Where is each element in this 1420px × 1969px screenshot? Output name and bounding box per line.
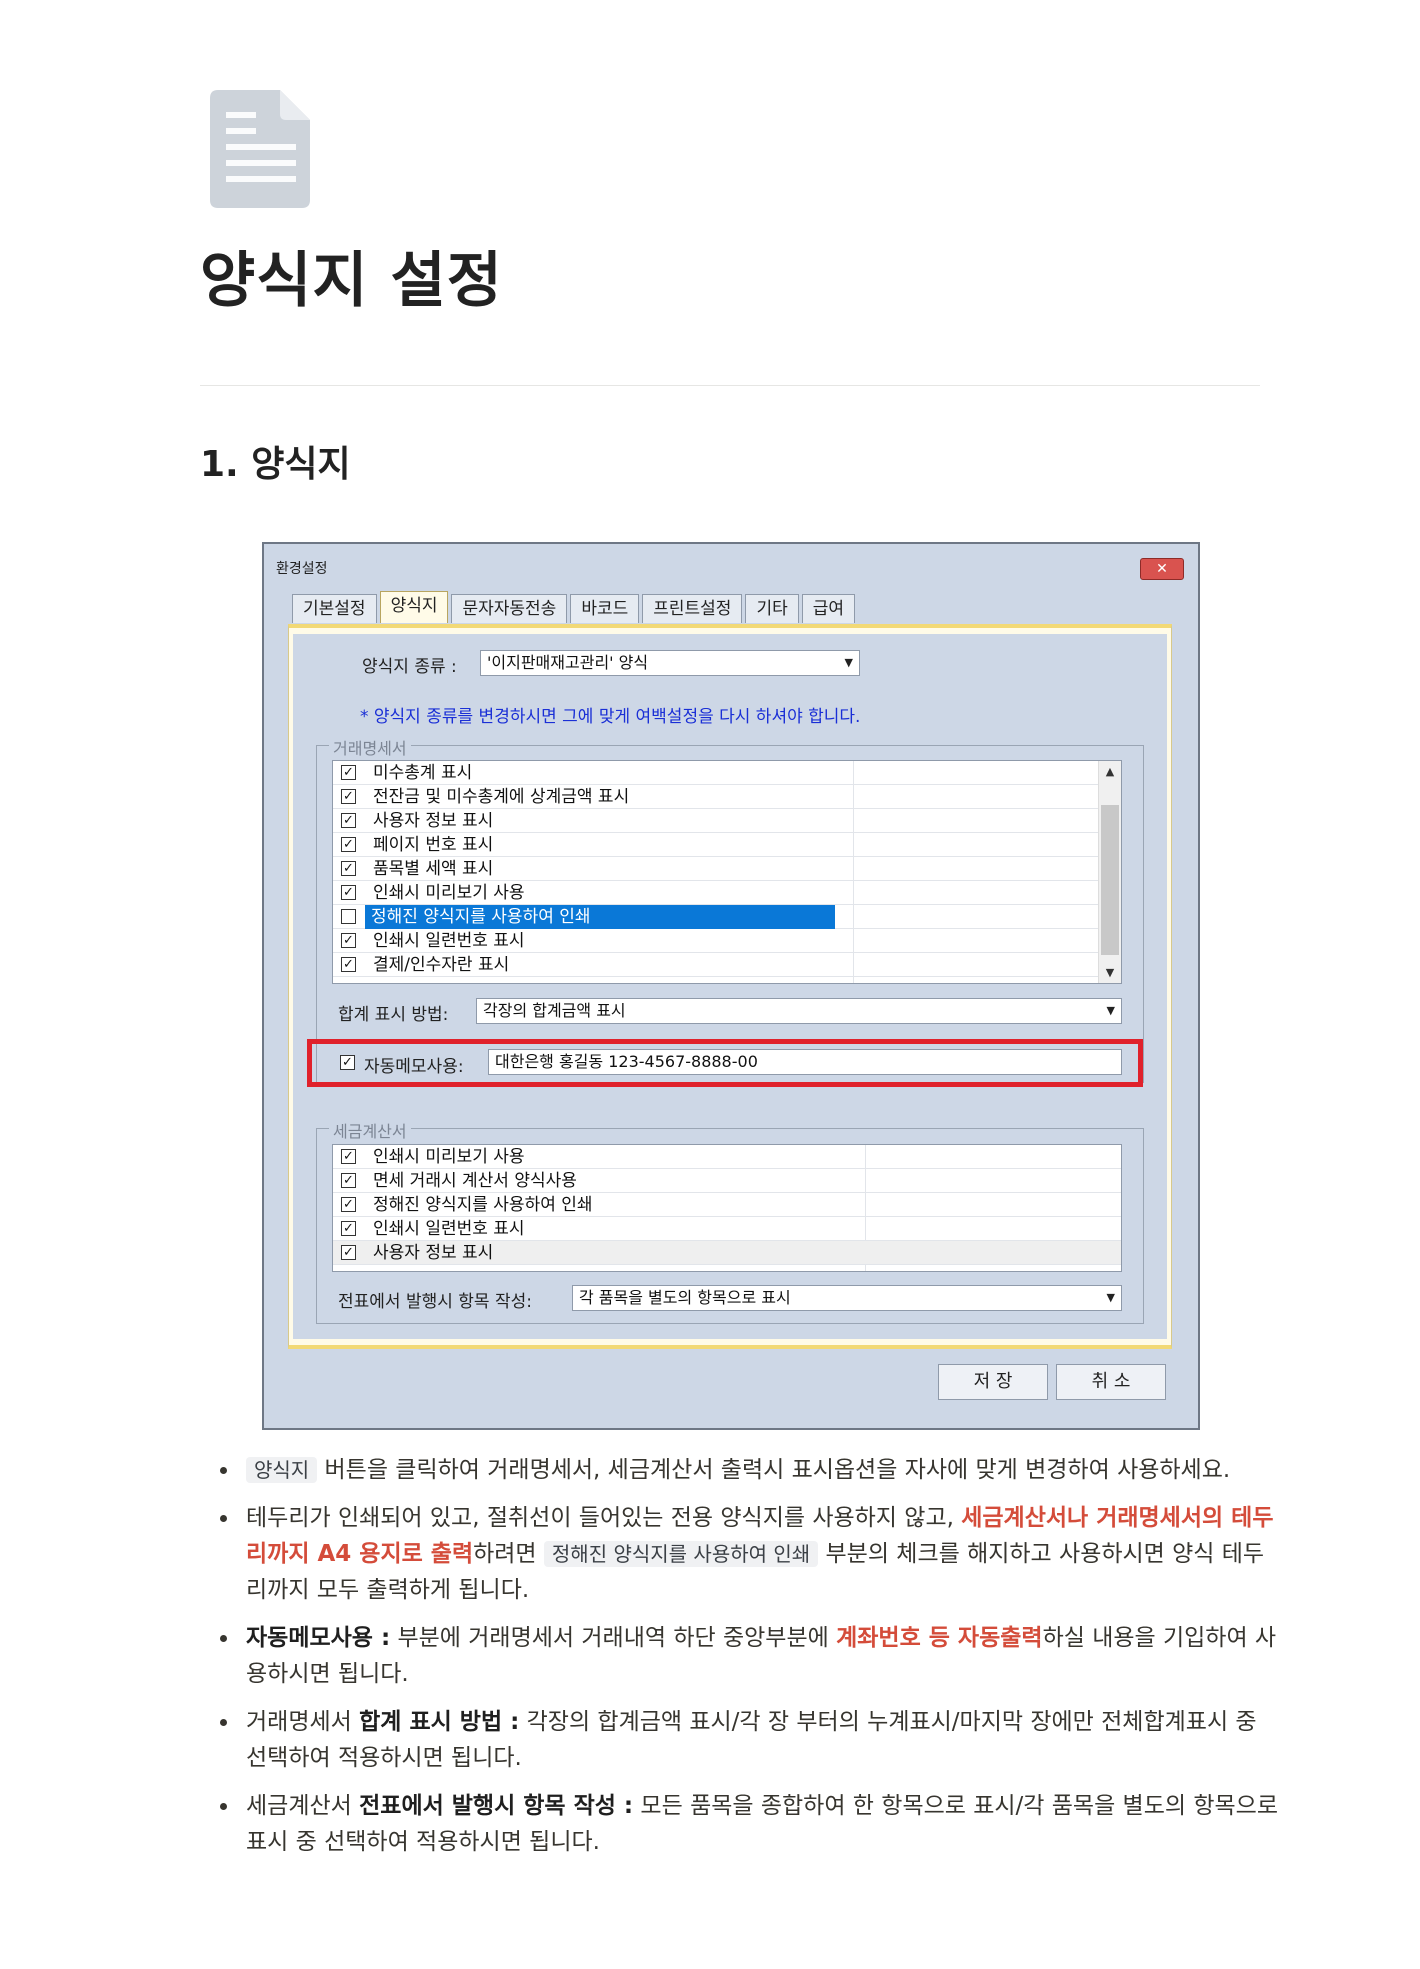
list-item[interactable]: ✓ 결제/인수자란 표시 — [333, 953, 1099, 977]
list-item: 거래명세서 합계 표시 방법 : 각장의 합계금액 표시/각 장 부터의 누계표… — [200, 1704, 1280, 1776]
tax-invoice-group-legend: 세금계산서 — [329, 1118, 411, 1142]
checkbox: ✓ — [341, 765, 356, 780]
list-item: 자동메모사용 : 부분에 거래명세서 거래내역 하단 중앙부분에 계좌번호 등 … — [200, 1620, 1280, 1692]
checkbox: ✓ — [341, 789, 356, 804]
list-item[interactable]: ✓ 인쇄시 미리보기 사용 — [333, 881, 1099, 905]
divider — [200, 385, 1260, 386]
list-item[interactable]: ✓ 페이지 번호 표시 — [333, 833, 1099, 857]
form-type-notice: * 양식지 종류를 변경하시면 그에 맞게 여백설정을 다시 하셔야 합니다. — [360, 707, 861, 727]
cancel-button[interactable]: 취 소 — [1056, 1364, 1166, 1400]
chevron-down-icon: ▼ — [1106, 1004, 1115, 1017]
tab-etc[interactable]: 기타 — [745, 594, 799, 623]
tax-options-list: ✓ 인쇄시 미리보기 사용 ✓ 면세 거래시 계산서 양식사용 ✓ 정해진 양식지를 … — [332, 1144, 1122, 1272]
highlight-box — [307, 1039, 1143, 1087]
list-item[interactable]: ✓ 인쇄시 일련번호 표시 — [333, 1217, 1121, 1241]
item-write-label: 전표에서 발행시 항목 작성: — [338, 1292, 532, 1312]
bold-term: 전표에서 발행시 항목 작성 : — [359, 1793, 634, 1819]
tab-print-settings[interactable]: 프린트설정 — [642, 594, 743, 623]
checkbox: ✓ — [341, 885, 356, 900]
list-item[interactable]: ✓ 인쇄시 일련번호 표시 — [333, 929, 1099, 953]
bold-term: 자동메모사용 : — [246, 1625, 391, 1651]
list-item[interactable]: ✓ 품목별 세액 표시 — [333, 857, 1099, 881]
list-item: 세금계산서 전표에서 발행시 항목 작성 : 모든 품목을 종합하여 한 항목으… — [200, 1788, 1280, 1860]
statement-group-legend: 거래명세서 — [329, 735, 411, 759]
highlight-text: 계좌번호 등 자동출력 — [836, 1625, 1043, 1651]
list-item[interactable]: ✓ 정해진 양식지를 사용하여 인쇄 — [333, 1193, 1121, 1217]
tab-form[interactable]: 양식지 — [379, 591, 449, 623]
list-item: 테두리가 인쇄되어 있고, 절취선이 들어있는 전용 양식지를 사용하지 않고,… — [200, 1500, 1280, 1608]
list-scrollbar[interactable]: ▲ ▼ — [1098, 761, 1121, 983]
checkbox: ✓ — [341, 957, 356, 972]
checkbox: ✓ — [341, 1245, 356, 1260]
dialog-title: 환경설정 — [276, 561, 328, 577]
list-item[interactable]: ✓ 사용자 정보 표시 — [333, 809, 1099, 833]
section-heading: 1. 양식지 — [200, 444, 351, 485]
scroll-down-icon: ▼ — [1105, 966, 1115, 979]
list-item[interactable]: ✓ 면세 거래시 계산서 양식사용 — [333, 1169, 1121, 1193]
checkbox: ✓ — [341, 1221, 356, 1236]
tab-payroll[interactable]: 급여 — [801, 594, 856, 623]
list-item[interactable]: ✓ 미수총계 표시 — [333, 761, 1099, 785]
chevron-down-icon: ▼ — [844, 656, 853, 669]
page: 양식지 설정 1. 양식지 환경설정 ✕ 기본설정 양식지 문자자동전송 바코드… — [0, 0, 1420, 1969]
save-button[interactable]: 저 장 — [938, 1364, 1048, 1400]
list-item[interactable]: ✓ 인쇄시 미리보기 사용 — [333, 1145, 1121, 1169]
list-item-selected[interactable]: 정해진 양식지를 사용하여 인쇄 — [333, 905, 1099, 929]
total-method-label: 합계 표시 방법: — [338, 1005, 449, 1025]
bold-term: 합계 표시 방법 : — [359, 1709, 520, 1735]
list-item[interactable]: ✓ 전잔금 및 미수총계에 상계금액 표시 — [333, 785, 1099, 809]
item-write-select[interactable]: 각 품목을 별도의 항목으로 표시 ▼ — [572, 1285, 1122, 1311]
checkbox — [341, 909, 356, 924]
page-title: 양식지 설정 — [200, 246, 503, 316]
form-type-select[interactable]: '이지판매재고관리' 양식 ▼ — [480, 650, 860, 676]
bullet-list: 양식지 버튼을 클릭하여 거래명세서, 세금계산서 출력시 표시옵션을 자사에 … — [200, 1452, 1280, 1872]
chevron-down-icon: ▼ — [1106, 1291, 1115, 1304]
close-icon[interactable]: ✕ — [1140, 558, 1184, 580]
total-method-select[interactable]: 각장의 합계금액 표시 ▼ — [476, 998, 1122, 1024]
checkbox: ✓ — [341, 933, 356, 948]
checkbox: ✓ — [341, 837, 356, 852]
document-icon — [210, 90, 310, 208]
tab-basic[interactable]: 기본설정 — [292, 594, 377, 623]
inline-code: 양식지 — [246, 1457, 318, 1483]
tab-auto-sms[interactable]: 문자자동전송 — [451, 594, 568, 623]
list-item: 양식지 버튼을 클릭하여 거래명세서, 세금계산서 출력시 표시옵션을 자사에 … — [200, 1452, 1280, 1488]
checkbox: ✓ — [341, 1197, 356, 1212]
checkbox: ✓ — [341, 1173, 356, 1188]
checkbox: ✓ — [341, 813, 356, 828]
tab-barcode[interactable]: 바코드 — [570, 594, 640, 623]
inline-code: 정해진 양식지를 사용하여 인쇄 — [543, 1541, 819, 1567]
tab-bar: 기본설정 양식지 문자자동전송 바코드 프린트설정 기타 급여 — [292, 591, 858, 624]
checkbox: ✓ — [341, 1149, 356, 1164]
statement-options-list: ✓ 미수총계 표시 ✓ 전잔금 및 미수총계에 상계금액 표시 ✓ 사용자 정보 표시… — [332, 760, 1122, 984]
form-type-label: 양식지 종류 : — [362, 657, 457, 677]
checkbox: ✓ — [341, 861, 356, 876]
list-item[interactable]: ✓ 사용자 정보 표시 — [333, 1241, 1121, 1265]
scroll-up-icon: ▲ — [1105, 765, 1115, 778]
